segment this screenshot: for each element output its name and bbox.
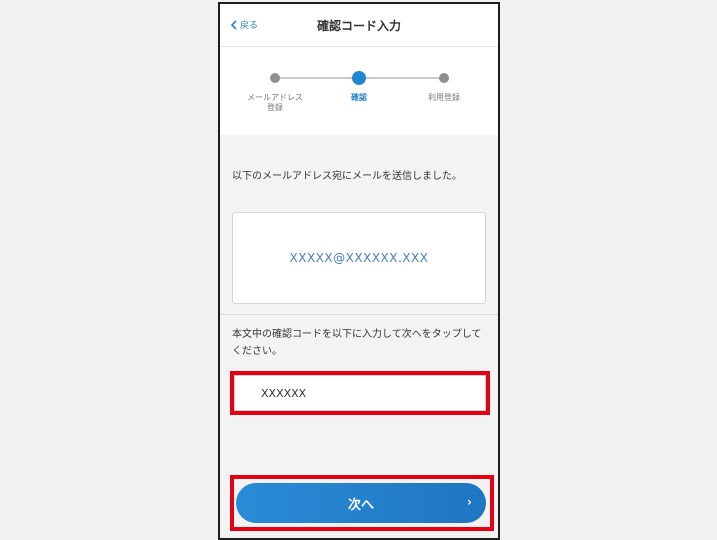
progress-stepper: メールアドレス 登録 確認 利用登録: [220, 47, 498, 135]
step-label-confirm: 確認: [351, 93, 367, 102]
next-button[interactable]: 次へ ›: [236, 483, 486, 523]
email-sent-notice: 以下のメールアドレス宛にメールを送信しました。: [232, 171, 462, 182]
page-title: 確認コード入力: [316, 19, 401, 33]
step-dot-confirm: [352, 71, 366, 85]
step-label-email: メールアドレス 登録: [247, 93, 303, 112]
step-dot-register: [439, 73, 449, 83]
code-instruction: 本文中の確認コードを以下に入力して次へをタップしてください。: [232, 329, 482, 357]
email-address: XXXXX@XXXXXX.XXX: [289, 251, 429, 265]
section-divider: [220, 314, 498, 315]
email-display-box: XXXXX@XXXXXX.XXX: [232, 212, 486, 304]
next-button-highlight: 次へ ›: [230, 475, 494, 531]
phone-screen: 戻る 確認コード入力 メールアドレス 登録 確認 利用登録 以下のメールアドレス…: [218, 2, 500, 540]
code-input-highlight: [230, 371, 490, 415]
chevron-right-icon: ›: [467, 495, 472, 509]
step-dot-email: [270, 73, 280, 83]
next-button-label: 次へ: [347, 497, 374, 513]
verification-code-input[interactable]: [234, 375, 486, 411]
step-label-register: 利用登録: [428, 93, 460, 102]
navigation-bar: 戻る 確認コード入力: [220, 4, 498, 47]
